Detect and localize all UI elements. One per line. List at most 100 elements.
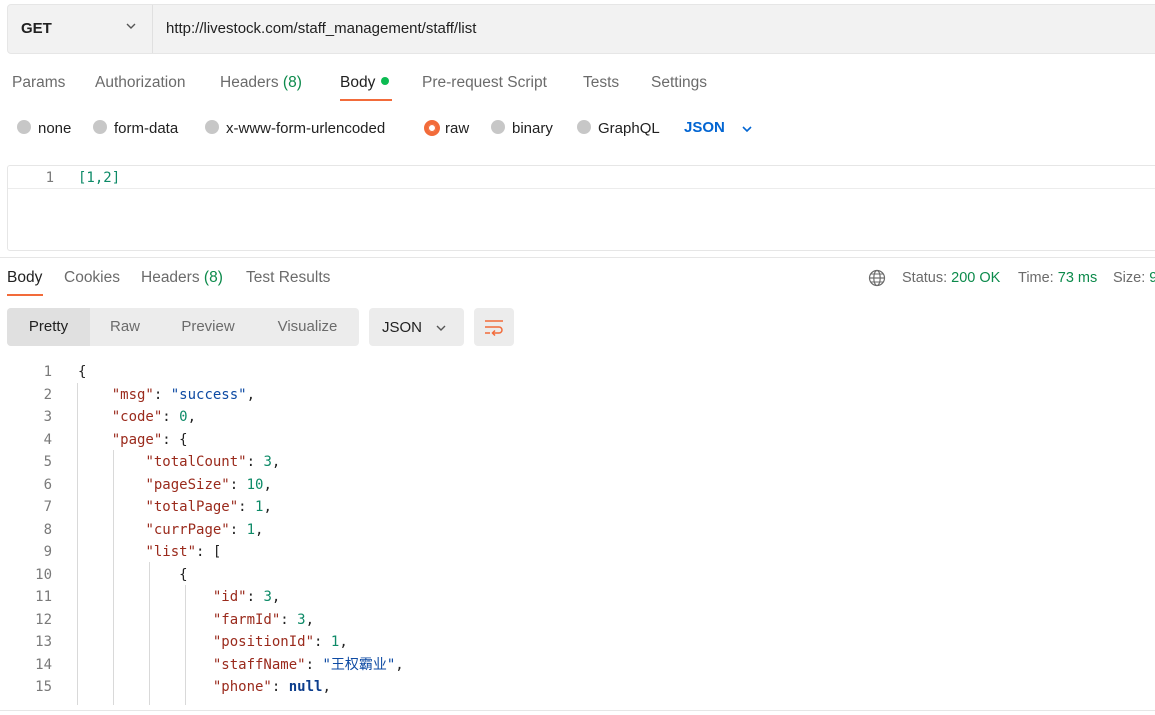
divider [0,710,1155,711]
line-number: 14 [35,656,52,673]
response-headers-count: (8) [203,269,223,286]
code-line: 7 "totalPage": 1, [0,496,1155,518]
code-text: "id": 3, [212,589,281,605]
radio-binary-label[interactable]: binary [512,120,553,137]
chevron-down-icon [436,325,446,331]
line-number: 2 [43,386,52,403]
line-number: 9 [43,544,52,560]
line-number: 7 [43,499,52,515]
modified-dot-icon [381,76,390,85]
response-tab-headers[interactable]: Headers (8) [141,269,223,287]
code-text: "phone": null, [212,679,331,695]
code-line: 14 "staffName": "王权霸业", [0,654,1155,676]
line-number: 12 [35,611,52,628]
line-number: 10 [35,566,52,583]
radio-none[interactable] [17,120,31,134]
tab-body[interactable]: Body [340,74,390,92]
response-tab-test-results[interactable]: Test Results [246,269,330,287]
status-label: Status: [902,270,948,286]
code-line: 2 "msg": "success", [0,384,1155,406]
method-label: GET [21,20,52,37]
size-indicator[interactable]: Size: 9 [1113,270,1155,286]
line-number: 3 [43,409,52,425]
radio-binary[interactable] [491,120,505,134]
line-number: 11 [35,589,52,605]
wrap-lines-icon [485,320,503,336]
request-body-editor[interactable]: 1 [1,2] [7,165,1155,251]
code-line: 5 "totalCount": 3, [0,451,1155,473]
code-text: { [78,566,188,583]
view-visualize-button[interactable]: Visualize [256,308,359,346]
active-tab-indicator [340,99,392,101]
radio-none-label[interactable]: none [38,120,71,137]
code-text: "staffName": "王权霸业", [212,656,404,673]
tab-settings[interactable]: Settings [651,74,707,92]
line-number: 13 [35,634,52,650]
tab-authorization[interactable]: Authorization [95,74,185,92]
tab-headers[interactable]: Headers (8) [220,74,302,92]
url-input[interactable]: http://livestock.com/staff_management/st… [166,20,476,37]
time-label: Time: [1018,270,1054,286]
status-value: 200 OK [951,270,1001,286]
editor-active-line [8,168,1155,189]
code-text: "totalCount": 3, [145,454,281,470]
code-text: "list": [ [145,544,222,560]
response-tab-cookies[interactable]: Cookies [64,269,120,287]
headers-count: (8) [282,74,302,91]
tab-params[interactable]: Params [12,74,65,92]
code-line: 1{ [0,361,1155,383]
size-value: 9 [1149,270,1155,286]
tab-headers-label: Headers [220,74,279,91]
code-text: "positionId": 1, [212,634,348,650]
code-text: "page": { [111,431,188,448]
chevron-down-icon [126,23,136,29]
code-line: 12 "farmId": 3, [0,609,1155,631]
radio-urlencoded-label[interactable]: x-www-form-urlencoded [226,120,385,137]
response-view-toggle: Pretty Raw Preview Visualize [7,308,359,346]
active-response-tab-indicator [7,294,43,296]
view-preview-button[interactable]: Preview [160,308,256,346]
request-bar: GET http://livestock.com/staff_managemen… [7,4,1155,54]
radio-graphql[interactable] [577,120,591,134]
status-indicator[interactable]: Status: 200 OK [902,270,1000,286]
code-text: "code": 0, [111,409,197,425]
size-label: Size: [1113,270,1146,286]
code-line: 15 "phone": null, [0,676,1155,698]
method-select[interactable]: GET [8,5,153,53]
globe-icon[interactable] [868,269,886,287]
code-text: "pageSize": 10, [145,476,272,493]
body-format-select[interactable]: JSON [684,119,725,136]
radio-form-data-label[interactable]: form-data [114,120,178,137]
tab-prerequest-script[interactable]: Pre-request Script [422,74,547,92]
divider [0,257,1155,258]
code-line: 3 "code": 0, [0,406,1155,428]
chevron-down-icon[interactable] [740,122,754,136]
tab-body-label: Body [340,74,376,91]
code-line: 13 "positionId": 1, [0,631,1155,653]
radio-form-data[interactable] [93,120,107,134]
code-line: 8 "currPage": 1, [0,519,1155,541]
time-indicator[interactable]: Time: 73 ms [1018,270,1097,286]
radio-raw-label[interactable]: raw [445,120,469,137]
line-number: 4 [43,431,52,448]
view-pretty-button[interactable]: Pretty [7,308,90,346]
view-raw-button[interactable]: Raw [90,308,160,346]
code-text: "msg": "success", [111,386,256,403]
radio-graphql-label[interactable]: GraphQL [598,120,660,137]
code-line: 10 { [0,564,1155,586]
radio-urlencoded[interactable] [205,120,219,134]
wrap-lines-button[interactable] [474,308,514,346]
response-format-select[interactable]: JSON [369,308,464,346]
time-value: 73 ms [1057,270,1098,286]
response-tab-body[interactable]: Body [7,269,42,287]
response-tab-headers-label: Headers [141,269,200,286]
request-body-content[interactable]: [1,2] [78,170,120,186]
code-line: 6 "pageSize": 10, [0,474,1155,496]
code-text: "currPage": 1, [145,521,264,538]
line-number: 6 [43,476,52,493]
code-line: 4 "page": { [0,429,1155,451]
code-line: 9 "list": [ [0,541,1155,563]
tab-tests[interactable]: Tests [583,74,619,92]
code-text: "totalPage": 1, [145,499,272,515]
radio-raw[interactable] [424,120,440,136]
